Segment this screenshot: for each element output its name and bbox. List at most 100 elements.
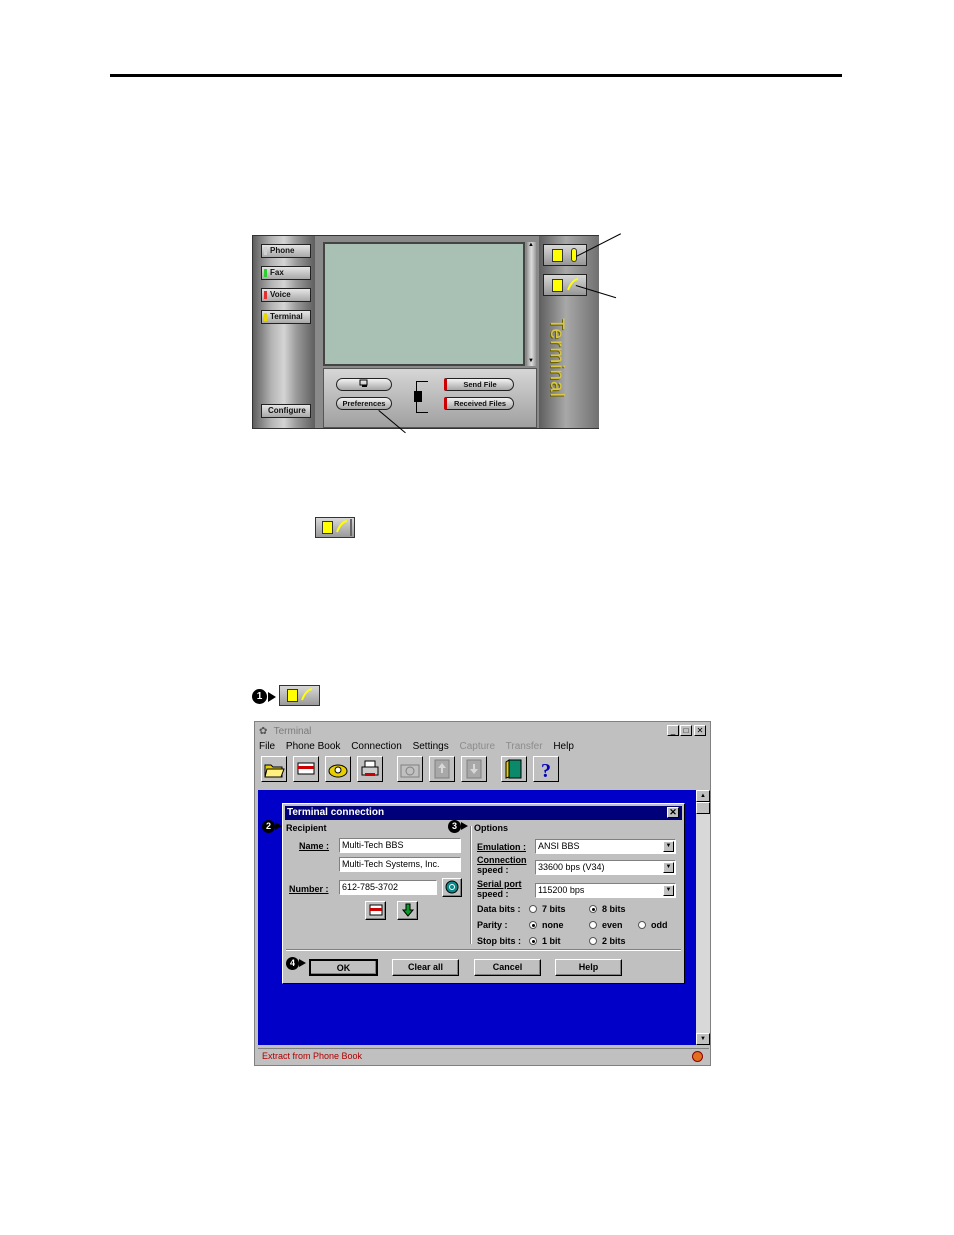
terminal-connection-tab-button[interactable] [543, 274, 587, 296]
menu-transfer[interactable]: Transfer [506, 741, 543, 752]
dial-number-button[interactable] [442, 878, 462, 897]
connection-speed-label-line2: speed : [477, 865, 509, 875]
phone-mode-button[interactable]: Phone [261, 244, 311, 258]
phone-book-lookup-button[interactable] [365, 901, 386, 920]
scroll-up-icon[interactable]: ▲ [528, 242, 534, 248]
open-folder-icon [264, 764, 285, 778]
emulation-label: Emulation : [477, 842, 526, 852]
received-files-label: Received Files [453, 399, 507, 408]
dialog-close-button[interactable]: ✕ [667, 807, 679, 818]
open-folder-button[interactable] [261, 756, 287, 782]
fax-mode-led [264, 269, 267, 277]
data-bits-7-label: 7 bits [542, 904, 566, 914]
dialog-title: Terminal connection [287, 807, 385, 818]
screen-scrollbar[interactable]: ▲ ▼ [527, 242, 536, 366]
company-field[interactable]: Multi-Tech Systems, Inc. [339, 857, 461, 872]
vertical-scrollbar[interactable]: ▲ ▼ [696, 790, 710, 1045]
stop-bits-2-radio[interactable] [589, 937, 597, 945]
phone-mode-led [264, 247, 267, 255]
help-button[interactable]: ? [533, 756, 559, 782]
voice-mode-button[interactable]: Voice [261, 288, 311, 302]
name-field[interactable]: Multi-Tech BBS [339, 838, 461, 853]
capture-button[interactable] [397, 756, 423, 782]
preferences-button[interactable]: Preferences [336, 397, 392, 410]
terminal-mode-button[interactable]: Terminal [261, 310, 311, 324]
parity-odd-radio[interactable] [638, 921, 646, 929]
emulation-combo[interactable]: ANSI BBS ▼ [535, 839, 676, 854]
phone-book-button[interactable] [293, 756, 319, 782]
number-field[interactable]: 612-785-3702 [339, 880, 437, 895]
scroll-down-arrow-icon[interactable]: ▼ [696, 1033, 710, 1045]
stop-bits-2-label: 2 bits [602, 936, 626, 946]
menu-phone-book[interactable]: Phone Book [286, 741, 341, 752]
received-files-button[interactable]: Received Files [444, 397, 514, 410]
menu-connection[interactable]: Connection [351, 741, 402, 752]
download-arrow-icon [401, 903, 414, 917]
menu-file[interactable]: File [259, 741, 275, 752]
options-heading: Options [474, 823, 508, 833]
step-badge-3: 3 [448, 820, 461, 833]
parity-none-radio[interactable] [529, 921, 537, 929]
step-badge-1: 1 [252, 689, 267, 704]
ok-button[interactable]: OK [309, 959, 378, 976]
menu-help[interactable]: Help [553, 741, 574, 752]
emulation-value: ANSI BBS [538, 841, 580, 851]
file-transfer-tab-button[interactable] [543, 244, 587, 266]
print-icon [361, 760, 379, 776]
phone-mode-label: Phone [270, 246, 295, 255]
upload-button[interactable] [429, 756, 455, 782]
close-button[interactable]: ✕ [694, 725, 706, 736]
configure-button[interactable]: Configure [261, 404, 311, 418]
scroll-down-icon[interactable]: ▼ [528, 358, 534, 364]
send-file-button[interactable]: Send File [444, 378, 514, 391]
download-button[interactable] [461, 756, 487, 782]
minimize-button[interactable]: _ [667, 725, 679, 736]
maximize-button[interactable]: □ [680, 725, 692, 736]
button-row-divider [286, 949, 681, 951]
status-indicator-icon [692, 1051, 703, 1062]
menu-settings[interactable]: Settings [413, 741, 449, 752]
dial-globe-icon [445, 880, 459, 894]
dial-button[interactable] [325, 756, 351, 782]
connection-stroke-icon [301, 688, 313, 701]
menu-capture[interactable]: Capture [459, 741, 495, 752]
terminal-screen-button[interactable] [336, 378, 392, 391]
print-button[interactable] [357, 756, 383, 782]
serial-speed-label-line1: Serial port [477, 879, 522, 889]
stop-bits-1-radio[interactable] [529, 937, 537, 945]
capture-camera-icon [400, 764, 420, 778]
terminal-connection-inline-icon [315, 517, 355, 538]
connection-stroke-icon [336, 520, 348, 533]
clear-all-button[interactable]: Clear all [392, 959, 459, 976]
extract-from-phone-book-button[interactable] [397, 901, 418, 920]
fax-mode-button[interactable]: Fax [261, 266, 311, 280]
chevron-down-icon[interactable]: ▼ [663, 841, 674, 852]
menu-bar: File Phone Book Connection Settings Capt… [259, 741, 582, 754]
document-icon [287, 689, 298, 702]
cancel-button[interactable]: Cancel [474, 959, 541, 976]
scroll-thumb[interactable] [696, 802, 710, 814]
exit-button[interactable] [501, 756, 527, 782]
terminal-mode-label: Terminal [270, 312, 303, 321]
voice-mode-led [264, 291, 267, 299]
serial-speed-combo[interactable]: 115200 bps ▼ [535, 883, 676, 898]
help-dialog-button[interactable]: Help [555, 959, 622, 976]
configure-label: Configure [268, 406, 306, 415]
status-text: Extract from Phone Book [262, 1051, 363, 1061]
upload-icon [434, 759, 450, 779]
connection-speed-label-line1: Connection [477, 855, 527, 865]
connection-speed-combo[interactable]: 33600 bps (V34) ▼ [535, 860, 676, 875]
parity-even-radio[interactable] [589, 921, 597, 929]
scroll-up-arrow-icon[interactable]: ▲ [696, 790, 710, 802]
chevron-down-icon[interactable]: ▼ [663, 885, 674, 896]
communications-console: Phone Fax Voice Terminal Configure ▲ ▼ P… [252, 235, 599, 429]
preferences-label: Preferences [342, 399, 386, 408]
terminal-controls-panel: Preferences Send File Received Files [323, 368, 537, 428]
terminal-screen-icon [359, 379, 368, 387]
data-bits-7-radio[interactable] [529, 905, 537, 913]
chevron-down-icon[interactable]: ▼ [663, 862, 674, 873]
header-rule [110, 74, 842, 77]
data-bits-8-radio[interactable] [589, 905, 597, 913]
connection-speed-label: Connection speed : [477, 855, 527, 875]
app-icon: ✿ [259, 726, 268, 737]
